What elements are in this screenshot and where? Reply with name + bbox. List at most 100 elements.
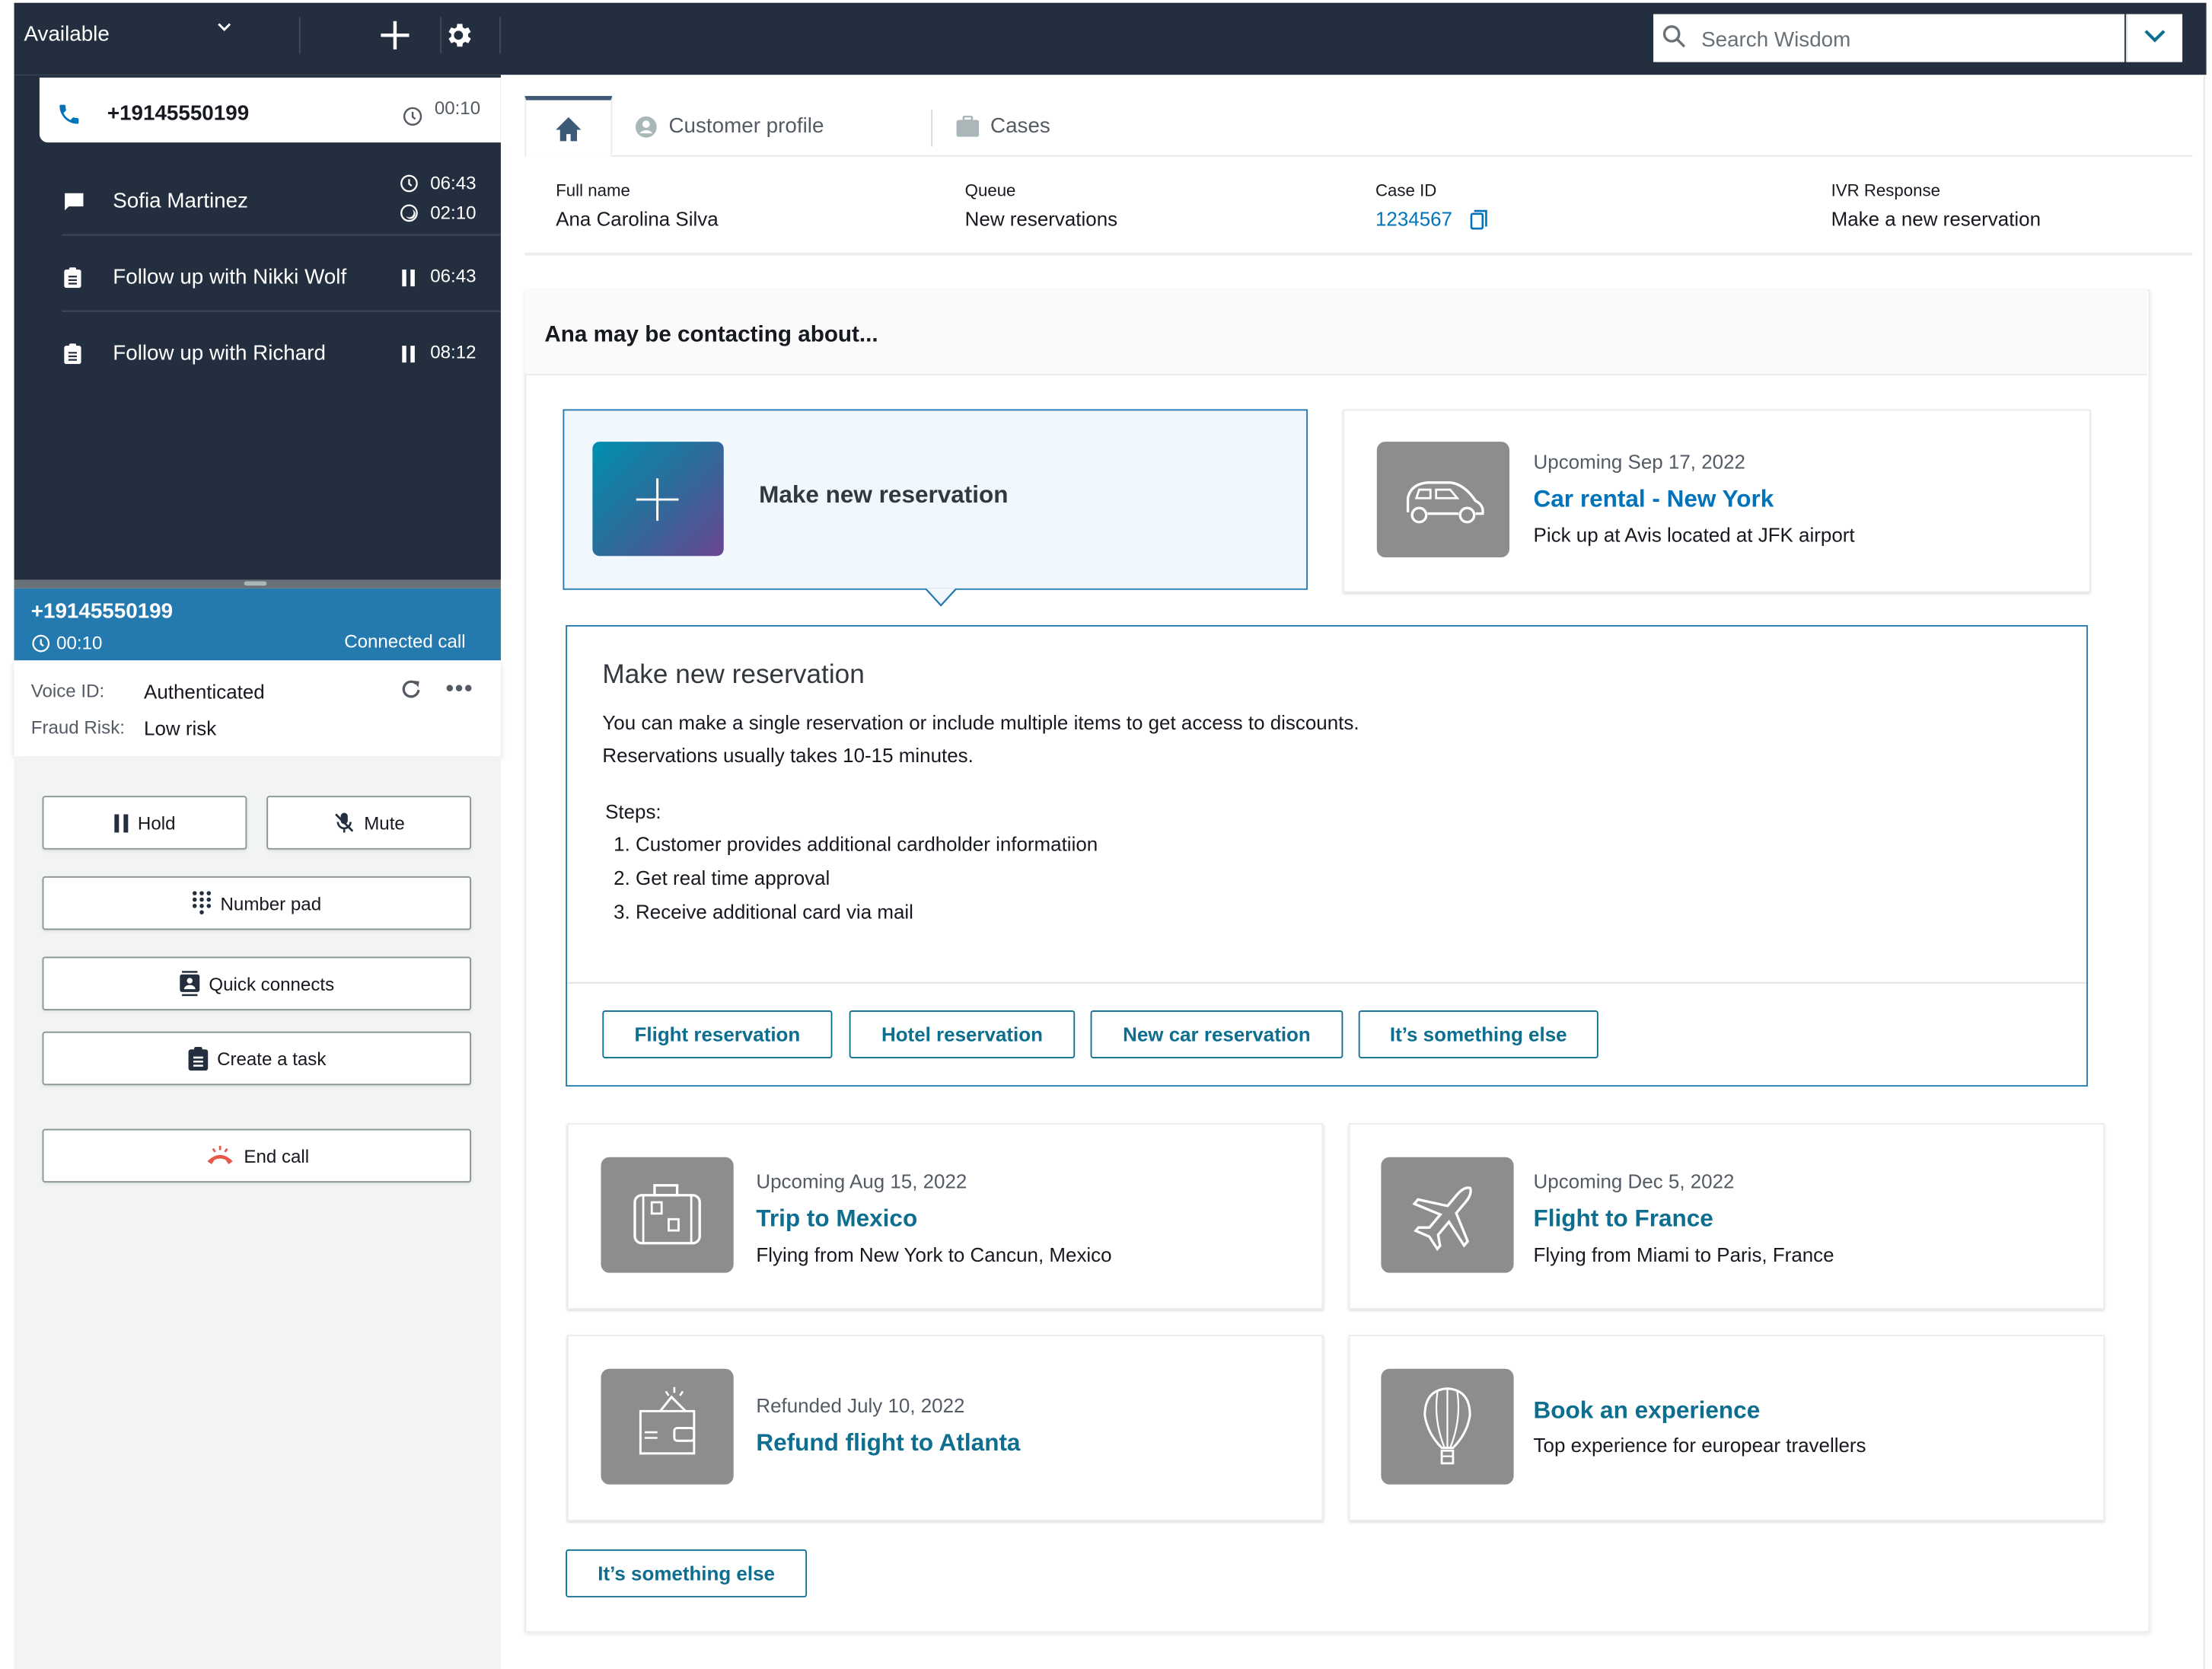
more-options-icon[interactable]: ••• <box>446 678 474 703</box>
fraud-risk-label: Fraud Risk: <box>30 716 125 739</box>
something-else-bottom-button[interactable]: It’s something else <box>566 1549 808 1597</box>
voice-id-panel <box>14 660 501 757</box>
resize-grip[interactable] <box>244 581 267 586</box>
chevron-down-icon <box>2144 30 2166 43</box>
car-icon <box>1376 442 1510 558</box>
panel-title: Ana may be contacting about... <box>544 323 878 347</box>
mute-label: Mute <box>364 812 405 834</box>
card-description: Flying from New York to Cancun, Mexico <box>756 1243 1112 1266</box>
create-task-label: Create a task <box>217 1048 327 1069</box>
call-duration: 00:10 <box>56 632 103 654</box>
search-options-dropdown[interactable] <box>2125 14 2183 62</box>
selected-pointer <box>924 586 958 614</box>
number-pad-label: Number pad <box>220 892 322 914</box>
task-icon <box>188 1047 208 1071</box>
contact-item[interactable] <box>14 162 501 236</box>
wallet-refund-icon <box>601 1368 734 1485</box>
number-pad-button[interactable]: Number pad <box>42 876 472 930</box>
contact-book-icon <box>180 971 200 997</box>
card-description: Top experience for europear travellers <box>1533 1433 1866 1457</box>
contact-time: 08:12 <box>430 341 477 363</box>
contact-time: 06:43 <box>430 265 477 287</box>
card-description: Pick up at Avis located at JFK airport <box>1533 523 1855 547</box>
contact-name: Sofia Martinez <box>113 189 248 213</box>
clock-icon <box>402 106 423 134</box>
card-title-link[interactable]: Refund flight to Atlanta <box>756 1429 1020 1457</box>
card-subtitle: Upcoming Sep 17, 2022 <box>1533 450 1745 473</box>
hold-button[interactable]: Hold <box>42 796 247 850</box>
clock-icon <box>399 174 419 200</box>
settings-gear-icon[interactable] <box>440 17 473 53</box>
case-id-link[interactable]: 1234567 <box>1375 207 1452 230</box>
home-icon <box>556 116 582 142</box>
add-contact-button[interactable] <box>375 14 415 57</box>
flight-reservation-button[interactable]: Flight reservation <box>602 1010 833 1058</box>
keypad-icon <box>193 891 212 914</box>
mute-button[interactable]: Mute <box>266 796 472 850</box>
end-call-button[interactable]: End call <box>42 1128 472 1183</box>
pause-icon <box>113 813 128 832</box>
card-subtitle: Refunded July 10, 2022 <box>756 1394 965 1417</box>
full-name-value: Ana Carolina Silva <box>556 207 719 231</box>
agent-status-dropdown[interactable]: Available <box>24 23 110 47</box>
tab-cases[interactable]: Cases <box>956 96 1126 157</box>
contact-time: 06:43 <box>430 172 477 193</box>
hotel-reservation-button[interactable]: Hotel reservation <box>849 1010 1076 1058</box>
card-title-link[interactable]: Car rental - New York <box>1534 486 1774 514</box>
details-title: Make new reservation <box>602 660 865 691</box>
new-car-reservation-button[interactable]: New car reservation <box>1090 1010 1343 1058</box>
clock-icon <box>31 633 51 660</box>
phone-icon <box>56 101 81 134</box>
call-number: +19145550199 <box>30 599 174 624</box>
divider <box>567 981 2087 984</box>
end-call-label: End call <box>244 1144 310 1166</box>
after-contact-timer-icon <box>399 203 419 230</box>
task-icon <box>63 343 81 371</box>
divider <box>62 310 501 312</box>
steps-label: Steps: <box>605 799 661 823</box>
paused-icon <box>402 344 416 369</box>
quick-connects-button[interactable]: Quick connects <box>42 956 472 1010</box>
something-else-button[interactable]: It’s something else <box>1358 1010 1598 1058</box>
card-subtitle: Upcoming Aug 15, 2022 <box>756 1170 967 1193</box>
full-name-label: Full name <box>556 180 630 201</box>
call-state: Connected call <box>344 630 466 653</box>
card-title-link[interactable]: Trip to Mexico <box>756 1205 917 1233</box>
step-item: 2. Get real time approval <box>614 866 830 889</box>
chat-icon <box>63 192 84 220</box>
hot-air-balloon-icon <box>1381 1368 1514 1485</box>
active-contact-timer: 00:10 <box>434 97 481 119</box>
add-icon <box>592 442 724 557</box>
window-border <box>2203 75 2205 1669</box>
hold-label: Hold <box>137 812 176 834</box>
tab-home[interactable] <box>524 96 613 157</box>
voice-id-status: Authenticated <box>144 680 265 703</box>
divider <box>931 110 933 147</box>
copy-icon[interactable] <box>1470 209 1488 237</box>
voice-id-label: Voice ID: <box>30 680 105 702</box>
paused-icon <box>402 268 416 293</box>
card-description: Flying from Miami to Paris, France <box>1533 1243 1834 1266</box>
step-item: 1. Customer provides additional cardhold… <box>614 832 1098 856</box>
refresh-icon[interactable] <box>399 678 423 709</box>
briefcase-icon <box>956 115 980 137</box>
search-icon <box>1662 24 1690 53</box>
ivr-value: Make a new reservation <box>1831 207 2041 231</box>
create-task-button[interactable]: Create a task <box>42 1031 472 1086</box>
divider <box>298 17 301 54</box>
active-contact-number: +19145550199 <box>107 101 250 126</box>
suitcase-icon <box>601 1157 734 1273</box>
card-title-link[interactable]: Book an experience <box>1534 1397 1761 1425</box>
user-icon <box>635 115 657 137</box>
card-title-link[interactable]: Flight to France <box>1534 1205 1713 1233</box>
details-text: You can make a single reservation or inc… <box>602 711 1359 734</box>
contact-name: Follow up with Richard <box>113 341 326 366</box>
microphone-off-icon <box>335 812 354 833</box>
divider <box>62 234 501 236</box>
tab-label: Customer profile <box>668 114 824 139</box>
search-input[interactable] <box>1698 14 2128 65</box>
queue-value: New reservations <box>964 207 1118 231</box>
card-subtitle: Upcoming Dec 5, 2022 <box>1533 1170 1735 1193</box>
tab-customer-profile[interactable]: Customer profile <box>635 96 917 157</box>
chevron-down-icon[interactable] <box>216 18 233 40</box>
